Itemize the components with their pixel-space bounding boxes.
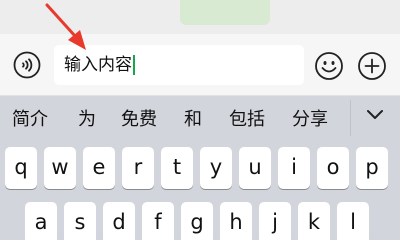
key-g[interactable]: g <box>181 202 213 240</box>
voice-icon <box>13 51 41 79</box>
collapse-keyboard-button[interactable] <box>360 102 390 128</box>
candidate-word[interactable]: 简介 <box>12 108 48 132</box>
key-q[interactable]: q <box>5 147 37 189</box>
key-f[interactable]: f <box>142 202 174 240</box>
candidate-word[interactable]: 和 <box>184 108 202 132</box>
candidate-word[interactable]: 为 <box>78 108 96 132</box>
chevron-down-icon <box>367 110 383 119</box>
key-a[interactable]: a <box>25 202 57 240</box>
screen: 输入内容 简介 为 免费 和 包括 分享 q w e r t y u i o p… <box>0 0 400 240</box>
key-i[interactable]: i <box>278 147 310 189</box>
emoji-button[interactable] <box>314 51 344 81</box>
input-bar: 输入内容 <box>0 34 400 96</box>
key-d[interactable]: d <box>103 202 135 240</box>
text-cursor <box>133 55 135 75</box>
key-r[interactable]: r <box>122 147 154 189</box>
message-input[interactable]: 输入内容 <box>54 45 304 85</box>
key-s[interactable]: s <box>64 202 96 240</box>
key-e[interactable]: e <box>83 147 115 189</box>
key-y[interactable]: y <box>200 147 232 189</box>
key-k[interactable]: k <box>298 202 330 240</box>
candidate-word[interactable]: 免费 <box>121 108 157 132</box>
key-o[interactable]: o <box>317 147 349 189</box>
candidate-divider <box>350 100 351 136</box>
key-t[interactable]: t <box>161 147 193 189</box>
message-input-value: 输入内容 <box>64 55 135 75</box>
candidate-word[interactable]: 包括 <box>229 108 265 132</box>
candidate-word[interactable]: 分享 <box>292 108 328 132</box>
key-p[interactable]: p <box>356 147 388 189</box>
more-button[interactable] <box>357 51 387 81</box>
key-w[interactable]: w <box>44 147 76 189</box>
key-h[interactable]: h <box>220 202 252 240</box>
emoji-icon <box>315 52 343 80</box>
voice-button[interactable] <box>13 51 41 79</box>
key-u[interactable]: u <box>239 147 271 189</box>
key-j[interactable]: j <box>259 202 291 240</box>
candidate-bar: 简介 为 免费 和 包括 分享 <box>0 96 400 144</box>
chat-bubble <box>180 0 270 25</box>
chat-area <box>0 0 400 34</box>
key-l[interactable]: l <box>337 202 369 240</box>
plus-icon <box>358 52 386 80</box>
